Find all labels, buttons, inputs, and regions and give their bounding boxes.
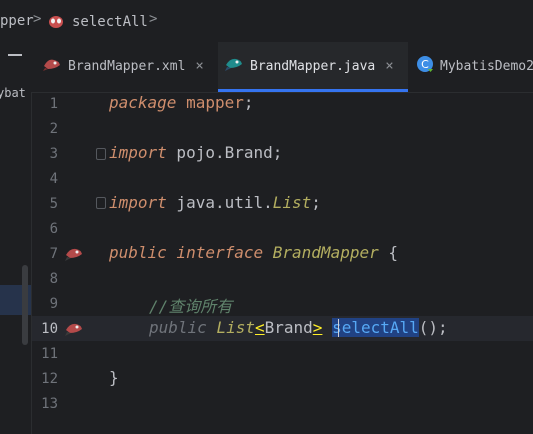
generic-bracket: >	[312, 318, 323, 337]
mybatis-navigate-icon[interactable]	[64, 246, 84, 266]
keyword-import: import	[109, 193, 167, 212]
line-number: 3	[49, 146, 58, 162]
java-class-icon: C	[416, 55, 434, 77]
type-list: List	[216, 318, 255, 337]
close-icon[interactable]: ×	[385, 58, 393, 74]
semicolon: ;	[311, 193, 321, 212]
mybatis-bird-icon	[224, 56, 244, 76]
close-brace: }	[109, 368, 119, 387]
text-caret	[338, 319, 339, 337]
interface-name: BrandMapper	[272, 243, 379, 262]
project-scrollbar[interactable]	[22, 265, 28, 345]
keyword-public: public	[109, 243, 167, 262]
line-number: 8	[49, 271, 58, 287]
keyword-public: public	[149, 318, 207, 337]
import-path: java.util.	[166, 193, 273, 212]
svg-text:C: C	[421, 58, 429, 71]
package-name: mapper	[176, 93, 244, 112]
keyword-package: package	[109, 93, 177, 112]
mybatis-bird-icon	[42, 56, 62, 76]
keyword-import: import	[109, 143, 167, 162]
type-list: List	[272, 193, 312, 212]
line-number: 6	[49, 221, 58, 237]
breadcrumb-segment-selectall[interactable]: selectAll	[72, 14, 148, 30]
breadcrumb-separator: >	[33, 11, 42, 27]
tab-mybatisdemo2[interactable]: C MybatisDemo2	[410, 42, 533, 90]
method-name[interactable]: selectAll	[332, 318, 419, 337]
line-number: 4	[49, 171, 58, 187]
tab-label: BrandMapper.xml	[68, 58, 186, 74]
line-number: 5	[49, 196, 58, 212]
line-number-current: 10	[41, 321, 58, 337]
code-line-10: public List<Brand> selectAll();	[149, 318, 448, 337]
tab-brandmapper-java[interactable]: BrandMapper.java ×	[218, 42, 408, 90]
code-line-12: }	[109, 368, 119, 387]
code-line-7: public interface BrandMapper {	[109, 243, 398, 262]
project-tree-label[interactable]: ybat	[0, 86, 26, 100]
line-number: 13	[41, 396, 58, 412]
import-path: pojo.Brand	[166, 143, 273, 162]
tab-brandmapper-xml[interactable]: BrandMapper.xml ×	[36, 42, 214, 90]
code-comment: //查询所有	[149, 297, 233, 316]
code-line-1: package mapper;	[109, 93, 254, 112]
mybatis-bird-icon	[47, 13, 65, 33]
code-line-9: //查询所有	[149, 293, 232, 317]
line-number: 1	[49, 96, 58, 112]
tab-label: BrandMapper.java	[250, 58, 376, 74]
mybatis-navigate-icon[interactable]	[64, 321, 84, 341]
close-icon[interactable]: ×	[195, 58, 203, 74]
line-number: 12	[41, 371, 58, 387]
generic-bracket: <	[254, 318, 265, 337]
open-brace: {	[378, 243, 398, 262]
method-params: ();	[418, 318, 448, 337]
tab-label: MybatisDemo2	[440, 58, 533, 74]
active-tab-indicator	[218, 89, 408, 92]
fold-marker-icon[interactable]	[96, 148, 106, 160]
line-number: 7	[49, 246, 58, 262]
code-line-5: import java.util.List;	[109, 193, 321, 212]
line-number: 11	[41, 346, 58, 362]
keyword-interface: interface	[166, 243, 273, 262]
code-editor[interactable]	[32, 93, 533, 434]
breadcrumb-separator: >	[149, 11, 158, 27]
line-number: 9	[49, 296, 58, 312]
fold-marker-icon[interactable]	[96, 197, 106, 209]
semicolon: ;	[243, 93, 254, 112]
line-number: 2	[49, 121, 58, 137]
semicolon: ;	[272, 143, 283, 162]
generic-type: Brand	[264, 318, 313, 337]
breadcrumb-segment-mapper[interactable]: pper	[0, 13, 34, 29]
code-line-3: import pojo.Brand;	[109, 143, 282, 162]
collapse-icon[interactable]	[8, 54, 22, 56]
